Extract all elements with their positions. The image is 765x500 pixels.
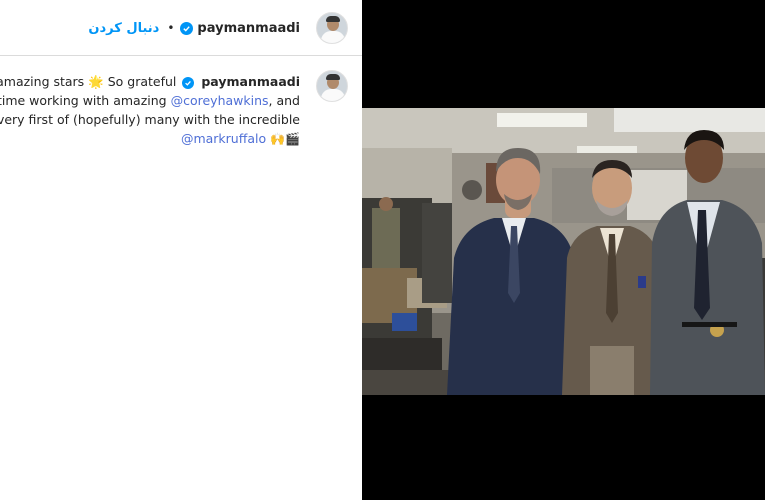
follow-button[interactable]: دنبال کردن [88, 21, 159, 36]
separator-dot: • [167, 21, 175, 35]
verified-badge-icon [180, 21, 194, 35]
caption-block: e two amazing stars 🌟 So grateful payman… [0, 56, 362, 156]
verified-badge-icon [182, 77, 195, 89]
caption-line-2: ond time working with amazing @coreyhawk… [0, 91, 300, 110]
post-header: دنبال کردن • paymanmaadi [0, 0, 362, 56]
caption-text: e two amazing stars 🌟 So grateful payman… [0, 72, 300, 149]
caption-line-2-end: , and [268, 93, 300, 108]
photo-image [362, 108, 765, 395]
caption-emoji: 🙌🎬 [270, 132, 300, 146]
caption-avatar[interactable] [316, 70, 348, 102]
mention-markruffalo[interactable]: @markruffalo [181, 131, 266, 146]
caption-username[interactable]: paymanmaadi [201, 74, 300, 89]
avatar[interactable] [316, 12, 348, 44]
caption-line-1: e two amazing stars 🌟 So grateful payman… [0, 72, 300, 91]
caption-line-2-text: ond time working with amazing [0, 93, 167, 108]
post-side-panel: دنبال کردن • paymanmaadi e two amazing s… [0, 0, 362, 500]
post-photo[interactable] [362, 108, 765, 395]
caption-line-4: @markruffalo 🙌🎬 [0, 129, 300, 149]
header-row: دنبال کردن • paymanmaadi [88, 12, 348, 44]
caption-line-3: the very first of (hopefully) many with … [0, 112, 300, 127]
caption-line-1-text: e two amazing stars 🌟 So grateful [0, 74, 177, 89]
header-username[interactable]: paymanmaadi [197, 21, 300, 36]
mention-coreyhawkins[interactable]: @coreyhawkins [171, 93, 269, 108]
